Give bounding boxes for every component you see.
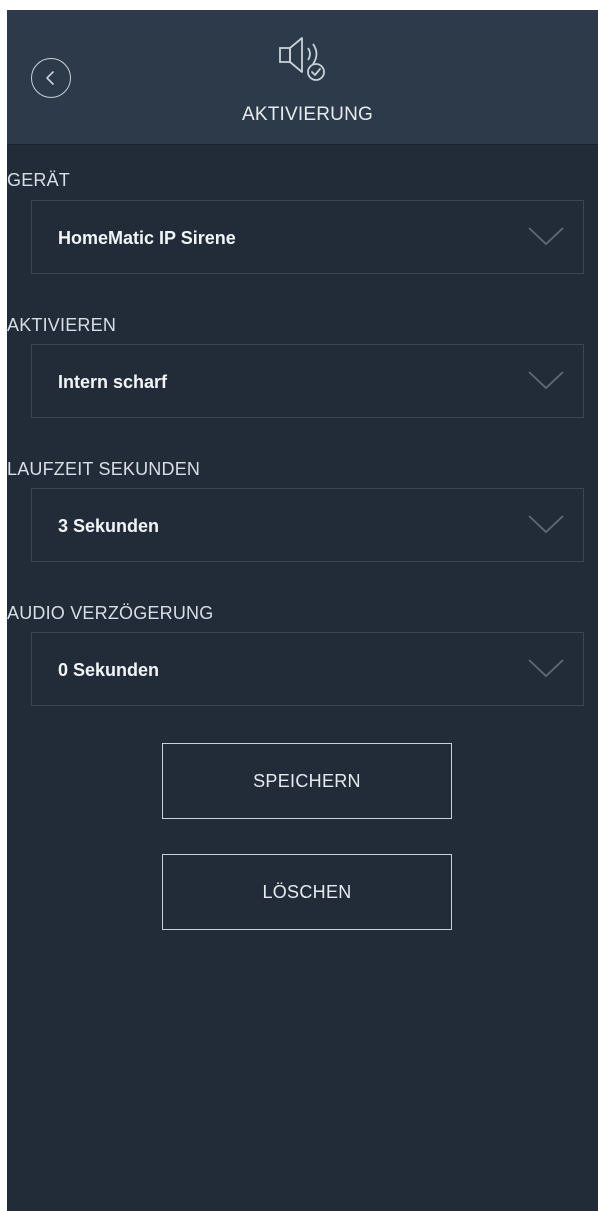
screen: AKTIVIERUNG GERÄT HomeMatic IP Sirene AK… [7, 10, 598, 1211]
device-select[interactable]: HomeMatic IP Sirene [31, 200, 584, 274]
speaker-check-icon [279, 37, 325, 81]
chevron-down-icon [528, 227, 564, 246]
activate-select[interactable]: Intern scharf [31, 344, 584, 418]
device-select-value: HomeMatic IP Sirene [58, 228, 236, 248]
runtime-select[interactable]: 3 Sekunden [31, 488, 584, 562]
activate-select-value: Intern scharf [58, 372, 168, 392]
header-bar: AKTIVIERUNG [7, 10, 598, 145]
device-label: GERÄT [7, 170, 71, 190]
page-title: AKTIVIERUNG [242, 104, 373, 125]
back-chevron-icon [46, 71, 54, 85]
audio-delay-select[interactable]: 0 Sekunden [31, 632, 584, 706]
chevron-down-icon [528, 371, 564, 390]
chevron-down-icon [528, 515, 564, 534]
back-button[interactable] [31, 58, 71, 98]
audio-delay-select-value: 0 Sekunden [58, 660, 160, 680]
save-button[interactable]: SPEICHERN [162, 743, 452, 819]
delete-button[interactable]: LÖSCHEN [162, 854, 452, 930]
runtime-select-value: 3 Sekunden [58, 516, 160, 536]
chevron-down-icon [528, 659, 564, 678]
audio-delay-label: AUDIO VERZÖGERUNG [7, 603, 214, 623]
activate-label: AKTIVIEREN [7, 315, 117, 335]
runtime-label: LAUFZEIT SEKUNDEN [7, 459, 201, 479]
